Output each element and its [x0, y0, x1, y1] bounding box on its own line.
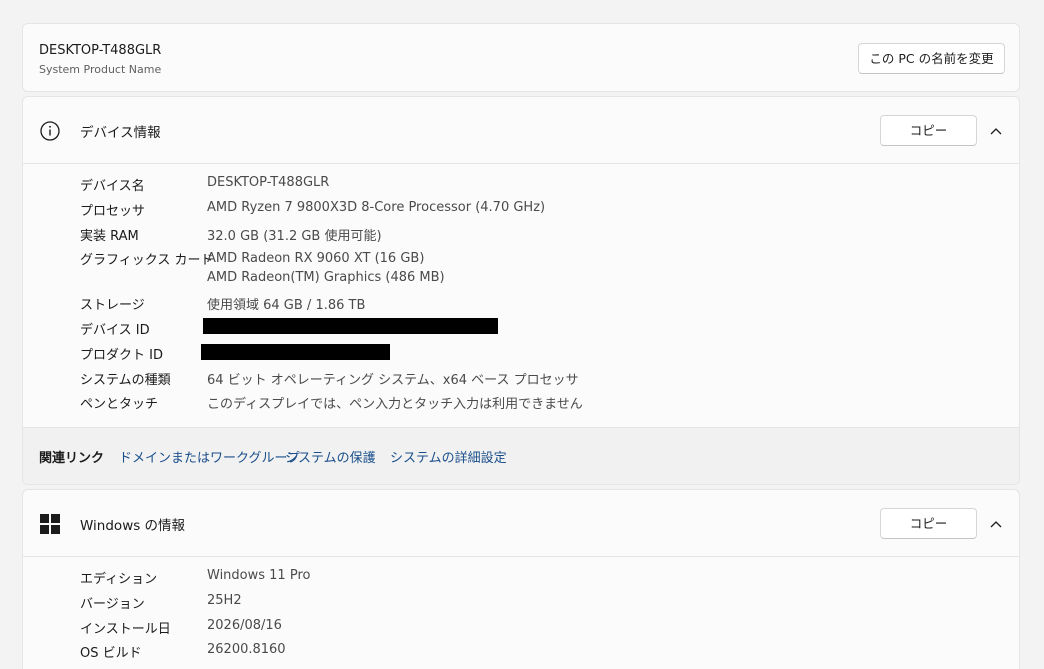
windows-info-card: Windows の情報 コピー エディション Windows 11 Pro バー… — [22, 489, 1020, 669]
related-links-label: 関連リンク — [39, 451, 105, 466]
windows-info-title: Windows の情報 — [80, 518, 186, 534]
system-type-value: 64 ビット オペレーティング システム、x64 ベース プロセッサ — [207, 373, 579, 388]
pen-touch-label: ペンとタッチ — [80, 397, 159, 412]
version-label: バージョン — [80, 597, 145, 612]
device-id-redaction — [203, 318, 498, 334]
rename-pc-button[interactable]: この PC の名前を変更 — [858, 43, 1005, 74]
device-info-card: デバイス情報 コピー デバイス名 DESKTOP-T488GLR プロセッサ A… — [22, 96, 1020, 485]
chevron-up-icon[interactable] — [985, 514, 1007, 534]
graphics-card-value-2: AMD Radeon(TM) Graphics (486 MB) — [207, 270, 445, 285]
os-build-value: 26200.8160 — [207, 642, 286, 657]
related-links-bar: 関連リンク ドメインまたはワークグループ システムの保護 システムの詳細設定 — [23, 427, 1019, 484]
processor-label: プロセッサ — [80, 204, 146, 219]
product-id-label: プロダクト ID — [80, 348, 163, 363]
pc-name: DESKTOP-T488GLR — [39, 43, 162, 58]
pen-touch-value: このディスプレイでは、ペン入力とタッチ入力は利用できません — [207, 397, 583, 412]
ram-label: 実装 RAM — [80, 229, 139, 244]
windows-info-copy-button[interactable]: コピー — [880, 508, 977, 539]
edition-label: エディション — [80, 572, 158, 587]
advanced-system-settings-link[interactable]: システムの詳細設定 — [390, 447, 507, 466]
device-info-copy-button[interactable]: コピー — [880, 115, 977, 146]
domain-workgroup-link[interactable]: ドメインまたはワークグループ — [119, 447, 300, 466]
install-date-label: インストール日 — [80, 622, 171, 637]
device-info-title: デバイス情報 — [80, 125, 161, 141]
windows-info-header[interactable]: Windows の情報 コピー — [23, 490, 1019, 557]
install-date-value: 2026/08/16 — [207, 618, 282, 633]
windows-logo-icon — [40, 514, 60, 534]
os-build-label: OS ビルド — [80, 646, 142, 661]
device-id-label: デバイス ID — [80, 323, 150, 338]
system-product-name: System Product Name — [39, 63, 162, 76]
edition-value: Windows 11 Pro — [207, 568, 311, 583]
product-id-redaction — [201, 344, 390, 360]
chevron-up-icon[interactable] — [985, 121, 1007, 141]
processor-value: AMD Ryzen 7 9800X3D 8-Core Processor (4.… — [207, 200, 546, 215]
system-protection-link[interactable]: システムの保護 — [285, 447, 376, 466]
ram-value: 32.0 GB (31.2 GB 使用可能) — [207, 229, 382, 244]
device-name-value: DESKTOP-T488GLR — [207, 175, 330, 190]
version-value: 25H2 — [207, 593, 242, 608]
system-type-label: システムの種類 — [80, 373, 171, 388]
device-info-header[interactable]: デバイス情報 コピー — [23, 97, 1019, 164]
storage-value: 使用領域 64 GB / 1.86 TB — [207, 298, 366, 313]
storage-label: ストレージ — [80, 298, 145, 313]
pc-name-card: DESKTOP-T488GLR System Product Name この P… — [22, 23, 1020, 92]
graphics-card-label: グラフィックス カード — [80, 253, 214, 268]
device-name-label: デバイス名 — [80, 179, 145, 194]
graphics-card-value-1: AMD Radeon RX 9060 XT (16 GB) — [207, 251, 425, 266]
info-icon — [40, 121, 60, 141]
